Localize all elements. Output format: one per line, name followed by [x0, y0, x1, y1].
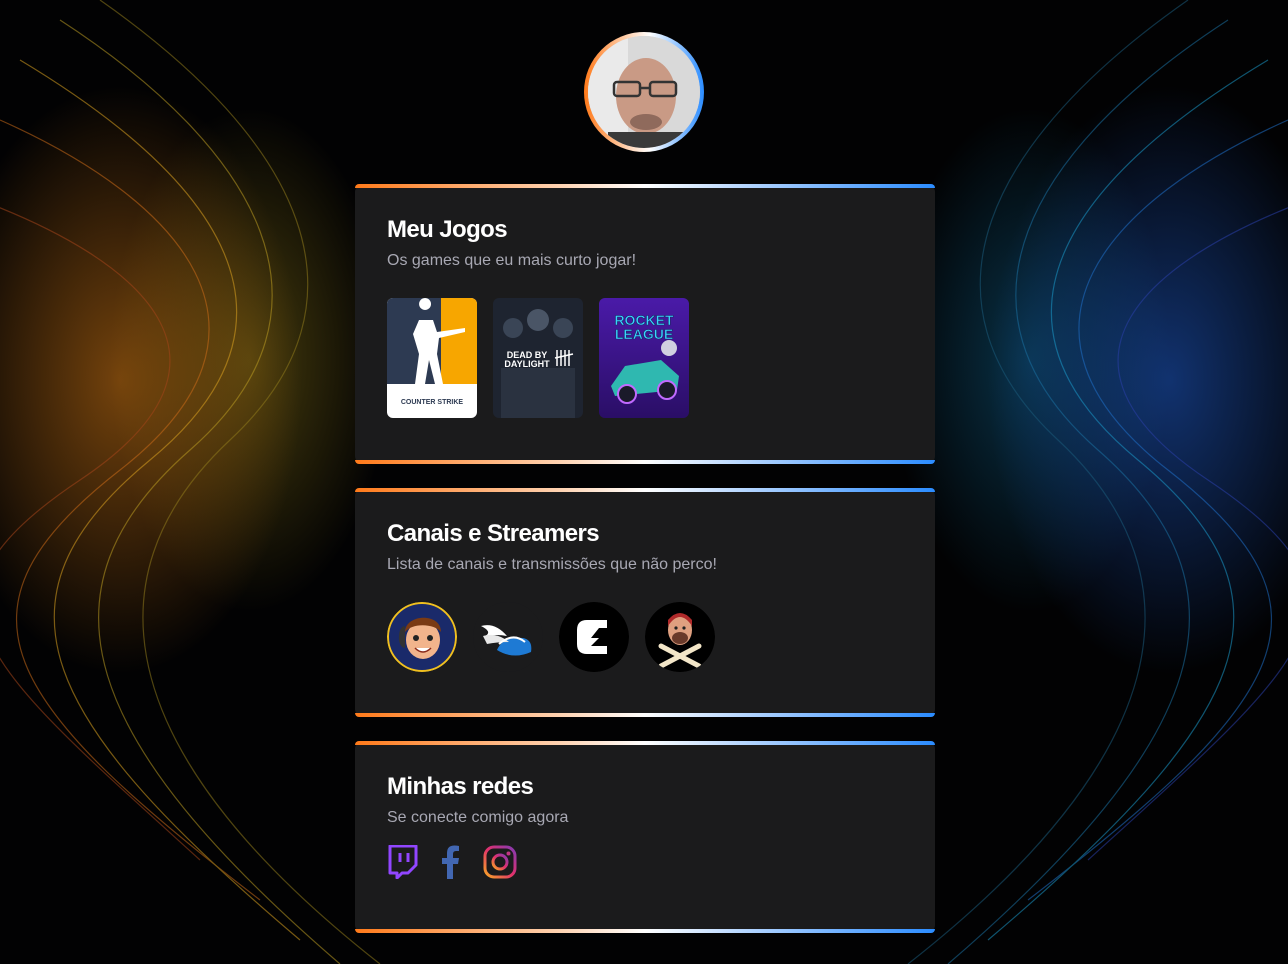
games-title: Meu Jogos [387, 216, 508, 243]
twitch-link[interactable] [387, 844, 419, 880]
social-subtitle: Se conecte comigo agora [387, 809, 569, 826]
game-rocket-league[interactable]: ROCKET LEAGUE [599, 298, 689, 418]
streamers-list [387, 602, 903, 672]
facebook-link[interactable] [435, 845, 467, 879]
games-list: COUNTER STRIKE DEAD BY DAYLIGHT ROCKET L… [387, 298, 903, 418]
counter-strike-cover-label: COUNTER STRIKE [401, 399, 464, 406]
streamer-cartoon-avatar-icon [387, 602, 457, 672]
social-links [387, 844, 903, 880]
counter-strike-cover-icon: COUNTER STRIKE [387, 298, 477, 418]
instagram-icon [483, 845, 517, 879]
streamers-subtitle: Lista de canais e transmissões que não p… [387, 556, 717, 573]
streamers-title: Canais e Streamers [387, 520, 600, 547]
lightning-c-logo-icon [559, 602, 629, 672]
social-title: Minhas redes [387, 773, 534, 800]
dead-by-daylight-cover-label-2: DAYLIGHT [504, 359, 550, 369]
profile-photo-icon [588, 36, 700, 148]
streamer-1[interactable] [387, 602, 457, 672]
social-card: Minhas redes Se conecte comigo agora [355, 741, 935, 933]
game-counter-strike[interactable]: COUNTER STRIKE [387, 298, 477, 418]
games-subtitle: Os games que eu mais curto jogar! [387, 252, 637, 269]
streamer-3[interactable] [559, 602, 629, 672]
rocket-league-cover-icon: ROCKET LEAGUE [599, 298, 689, 418]
streamer-4[interactable] [645, 602, 715, 672]
streamers-card: Canais e Streamers Lista de canais e tra… [355, 488, 935, 717]
profile-avatar [588, 36, 700, 148]
profile-avatar-ring [584, 32, 704, 152]
streamer-2[interactable] [473, 602, 543, 672]
game-dead-by-daylight[interactable]: DEAD BY DAYLIGHT [493, 298, 583, 418]
instagram-link[interactable] [483, 845, 517, 879]
twitch-icon [388, 844, 418, 880]
skull-crossbones-avatar-icon [645, 602, 715, 672]
facebook-icon [442, 845, 459, 879]
winged-shoe-logo-icon [473, 602, 543, 672]
rocket-league-cover-label-2: LEAGUE [615, 326, 673, 342]
games-card: Meu Jogos Os games que eu mais curto jog… [355, 184, 935, 464]
dead-by-daylight-cover-icon: DEAD BY DAYLIGHT [493, 298, 583, 418]
